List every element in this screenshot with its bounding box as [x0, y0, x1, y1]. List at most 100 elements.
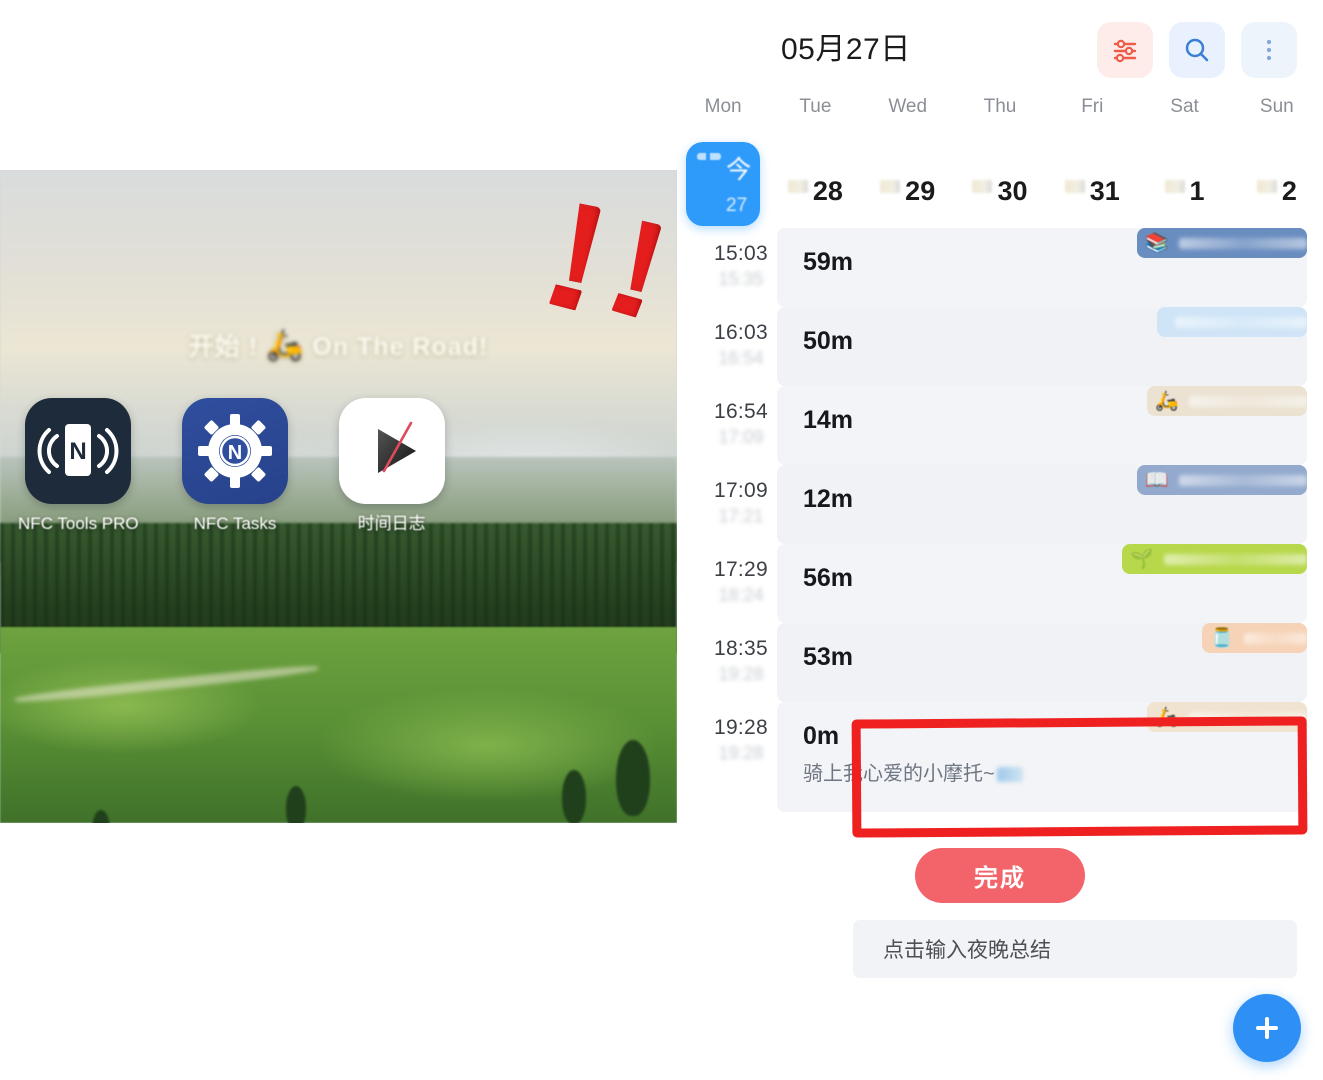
timeline-tag[interactable]: 📚 [1137, 228, 1307, 258]
timeline-row[interactable]: 15:03 15:35 59m 📚 [677, 228, 1323, 307]
more-button[interactable] [1241, 22, 1297, 78]
timeline-tag-label-redacted [1163, 553, 1307, 565]
timeline-duration: 50m [803, 327, 854, 355]
timeline-start-time: 19:28 [713, 716, 769, 739]
date-strip: 今 27 28 29 30 31 1 2 [677, 140, 1323, 228]
date-cell[interactable]: 29 [862, 140, 954, 228]
nfc-tools-pro-icon[interactable]: N [25, 398, 132, 504]
timeline-row-time: 16:03 16:54 [697, 321, 785, 369]
night-summary-input[interactable]: 点击输入夜晚总结 [853, 920, 1297, 978]
weekday-label: Sun [1259, 96, 1294, 117]
timeline-tag[interactable]: 🫙 [1202, 623, 1307, 653]
timeline-tag-label-redacted [1175, 316, 1307, 328]
today-chip[interactable]: 今 27 [686, 142, 761, 226]
timeline-row-time: 17:09 17:21 [697, 479, 785, 527]
page-title: 05月27日 [781, 33, 911, 66]
weekday-label: Wed [888, 96, 928, 117]
filter-icon [1113, 39, 1137, 63]
timeline-tag-label-redacted [1178, 237, 1307, 249]
timeline-card[interactable]: 53m 🫙 [777, 623, 1307, 702]
timeline-start-time: 17:09 [713, 479, 769, 502]
timeline-row[interactable]: 18:35 19:28 53m 🫙 [677, 623, 1323, 702]
timeline-tag-label-redacted [1178, 474, 1307, 486]
date-number: 31 [1089, 175, 1120, 206]
timeline-row[interactable]: 19:28 19:28 0m 骑上我心爱的小摩托~ 🛵 [677, 702, 1323, 820]
timeline-row[interactable]: 16:54 17:09 14m 🛵 [677, 386, 1323, 465]
timeline-row[interactable]: 16:03 16:54 50m [677, 307, 1323, 386]
date-cell[interactable]: 1 [1138, 140, 1230, 228]
timeline-tag-icon: 📚 [1145, 233, 1169, 254]
wallpaper-tree [616, 740, 650, 816]
date-cell[interactable]: 2 [1231, 140, 1323, 228]
today-date-number: 27 [726, 195, 748, 216]
timeline-tag[interactable] [1157, 307, 1307, 337]
wallpaper-slogan: 开始 ! 🛵 On The Road! [0, 327, 677, 363]
date-cell[interactable]: 31 [1046, 140, 1138, 228]
timeline-card[interactable]: 14m 🛵 [777, 386, 1307, 465]
timeline-row[interactable]: 17:29 18:24 56m 🌱 [677, 544, 1323, 623]
nfc-tasks-icon[interactable]: N [182, 398, 288, 504]
timeline-row-time: 17:29 18:24 [697, 558, 785, 606]
timeline-tag[interactable]: 📖 [1137, 465, 1307, 495]
timeline-row-time: 18:35 19:28 [697, 637, 785, 685]
app-label: 时间日志 [357, 514, 426, 533]
timeline-card[interactable]: 0m 骑上我心爱的小摩托~ 🛵 [777, 702, 1307, 812]
timeline-duration: 12m [803, 485, 854, 513]
date-number: 28 [812, 175, 843, 206]
timeline-row-time: 19:28 19:28 [697, 716, 785, 764]
done-button[interactable]: 完成 [915, 848, 1085, 903]
app-nfc-tasks[interactable]: N NFC Tasks [157, 398, 314, 534]
date-mini-marker [787, 179, 808, 193]
weekday-label: Thu [983, 96, 1017, 117]
timeline-card[interactable]: 12m 📖 [777, 465, 1307, 544]
svg-text:N: N [228, 442, 242, 464]
app-time-log[interactable]: 时间日志 [313, 398, 470, 534]
timeline-start-time: 16:54 [713, 400, 769, 423]
timeline-tag[interactable]: 🌱 [1122, 544, 1307, 574]
date-number: 1 [1189, 175, 1205, 206]
timeline-row[interactable]: 17:09 17:21 12m 📖 [677, 465, 1323, 544]
date-number: 29 [905, 175, 936, 206]
home-screen-app-row: N NFC Tools PRO N NFC Tasks 时间日志 [0, 398, 470, 534]
timeline-tag[interactable]: 🛵 [1147, 702, 1307, 732]
timeline-start-time: 17:29 [713, 558, 769, 581]
timeline-note-redacted [996, 767, 1023, 782]
weekday-label: Tue [799, 96, 832, 117]
timeline-card[interactable]: 50m [777, 307, 1307, 386]
header-actions [1097, 22, 1297, 78]
app-header: 05月27日 [677, 0, 1323, 92]
timeline-duration: 0m [803, 722, 840, 750]
timeline-tag-label-redacted [1243, 632, 1307, 644]
timeline-tag-label-redacted [1188, 711, 1307, 723]
search-button[interactable] [1169, 22, 1225, 78]
timeline-card[interactable]: 56m 🌱 [777, 544, 1307, 623]
timeline-list[interactable]: 15:03 15:35 59m 📚 16:03 16:54 50m 16:54 17:09 14m… [677, 228, 1323, 820]
screenshot-root: 开始 ! 🛵 On The Road! N NFC Tools PRO N NF… [0, 0, 1323, 1080]
date-cell[interactable]: 28 [769, 140, 861, 228]
scooter-icon: 🛵 [266, 328, 305, 362]
app-nfc-tools-pro[interactable]: N NFC Tools PRO [0, 398, 157, 534]
timeline-card[interactable]: 59m 📚 [777, 228, 1307, 307]
date-mini-marker [1256, 179, 1277, 193]
more-vertical-icon [1266, 39, 1272, 61]
timeline-end-time: 19:28 [718, 743, 764, 763]
timeline-tag-icon: 📖 [1145, 470, 1169, 491]
date-cell-today[interactable]: 今 27 [677, 140, 769, 228]
time-log-app-screenshot: 05月27日 Mon Tue Wed Thu Fri Sat Sun 今 27 … [677, 0, 1323, 1080]
add-button[interactable] [1233, 994, 1301, 1062]
timeline-end-time: 17:21 [718, 506, 764, 526]
plus-icon [1256, 1017, 1278, 1039]
timeline-tag[interactable]: 🛵 [1147, 386, 1307, 416]
wallpaper-tree [286, 786, 306, 823]
timeline-row-time: 15:03 15:35 [697, 242, 785, 290]
filter-button[interactable] [1097, 22, 1153, 78]
date-cell[interactable]: 30 [954, 140, 1046, 228]
timeline-end-time: 19:28 [718, 664, 764, 684]
time-log-icon[interactable] [338, 398, 445, 504]
weekday-label: Mon [704, 96, 742, 117]
timeline-tag-label-redacted [1188, 395, 1307, 407]
timeline-row-time: 16:54 17:09 [697, 400, 785, 448]
timeline-end-time: 15:35 [718, 269, 764, 289]
date-mini-marker [1064, 179, 1085, 193]
weekday-header: Mon Tue Wed Thu Fri Sat Sun [677, 96, 1323, 138]
